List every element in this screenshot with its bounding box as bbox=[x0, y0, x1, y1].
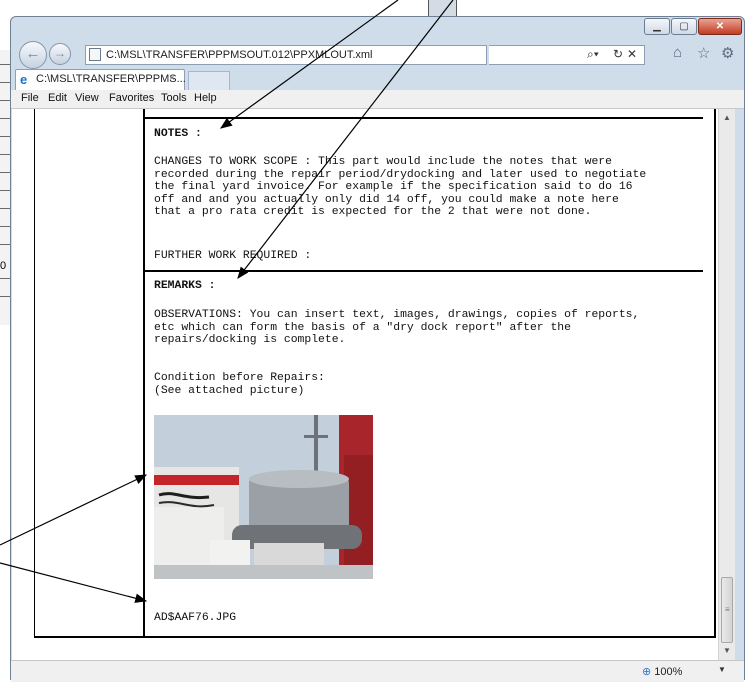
minimize-button[interactable]: ▁ bbox=[644, 18, 670, 35]
back-arrow-icon: ← bbox=[25, 45, 41, 62]
scroll-down-arrow-icon[interactable]: ▼ bbox=[723, 646, 731, 655]
forward-button[interactable]: → bbox=[49, 43, 71, 65]
browser-tab[interactable]: e C:\MSL\TRANSFER\PPPMS... × bbox=[15, 69, 186, 90]
condition-before-repairs-text: Condition before Repairs: (See attached … bbox=[154, 372, 325, 397]
stop-icon[interactable]: ✕ bbox=[627, 47, 637, 61]
address-bar[interactable]: C:\MSL\TRANSFER\PPPMSOUT.012\PPXMLOUT.xm… bbox=[85, 45, 487, 65]
document-content: NOTES : CHANGES TO WORK SCOPE : This par… bbox=[12, 109, 718, 660]
new-tab-button[interactable] bbox=[188, 71, 230, 90]
notes-heading: NOTES : bbox=[154, 128, 202, 140]
favorites-star-icon[interactable]: ☆ bbox=[697, 44, 710, 62]
tab-close-icon[interactable]: × bbox=[169, 73, 175, 84]
vertical-scrollbar[interactable]: ▲ ≡ ▼ bbox=[718, 109, 735, 660]
table-border-right bbox=[714, 109, 716, 637]
zoom-value: 100% bbox=[654, 666, 683, 678]
status-bar: ⊕ 100% ▼ bbox=[11, 660, 744, 682]
menu-bar: File Edit View Favorites Tools Help bbox=[11, 90, 744, 109]
browser-window: ▁ ▢ ✕ ← → C:\MSL\TRANSFER\PPPMSOUT.012\P… bbox=[10, 16, 745, 682]
title-bar: ▁ ▢ ✕ bbox=[11, 17, 744, 39]
address-controls: ⌕▾ ↻ ✕ bbox=[489, 45, 645, 65]
forward-arrow-icon: → bbox=[54, 46, 66, 60]
address-url[interactable]: C:\MSL\TRANSFER\PPPMSOUT.012\PPXMLOUT.xm… bbox=[106, 49, 373, 61]
page-icon bbox=[89, 48, 101, 61]
section-divider bbox=[145, 117, 703, 119]
back-button[interactable]: ← bbox=[19, 41, 47, 69]
search-icon[interactable]: ⌕▾ bbox=[587, 47, 599, 62]
menu-favorites[interactable]: Favorites bbox=[109, 92, 154, 104]
image-filename[interactable]: AD$AAF76.JPG bbox=[154, 612, 236, 625]
zoom-icon: ⊕ bbox=[642, 666, 652, 678]
menu-help[interactable]: Help bbox=[194, 92, 217, 104]
tools-gear-icon[interactable]: ⚙ bbox=[721, 44, 734, 62]
table-column-divider bbox=[143, 109, 145, 637]
grip-icon: ≡ bbox=[725, 605, 730, 614]
zoom-level[interactable]: ⊕ 100% bbox=[642, 665, 682, 678]
further-work-required: FURTHER WORK REQUIRED : bbox=[154, 250, 312, 262]
maximize-button[interactable]: ▢ bbox=[671, 18, 697, 35]
close-button[interactable]: ✕ bbox=[698, 18, 742, 35]
observations-text: OBSERVATIONS: You can insert text, image… bbox=[154, 309, 640, 346]
table-border-left bbox=[34, 109, 35, 637]
refresh-icon[interactable]: ↻ bbox=[613, 47, 623, 61]
zoom-dropdown-icon[interactable]: ▼ bbox=[718, 665, 726, 674]
tab-row: e C:\MSL\TRANSFER\PPPMS... × bbox=[11, 68, 744, 90]
scrollbar-thumb[interactable]: ≡ bbox=[721, 577, 733, 643]
menu-view[interactable]: View bbox=[75, 92, 99, 104]
remarks-heading: REMARKS : bbox=[154, 280, 216, 292]
table-border-bottom bbox=[34, 636, 716, 638]
home-icon[interactable]: ⌂ bbox=[673, 44, 682, 61]
ie-logo-icon: e bbox=[20, 72, 28, 87]
changes-to-work-scope-text: CHANGES TO WORK SCOPE : This part would … bbox=[154, 156, 647, 218]
menu-tools[interactable]: Tools bbox=[161, 92, 187, 104]
attached-picture bbox=[154, 415, 373, 579]
fragment-number: 0 bbox=[0, 260, 7, 272]
tab-title: C:\MSL\TRANSFER\PPPMS... bbox=[36, 73, 186, 85]
navigation-bar: ← → C:\MSL\TRANSFER\PPPMSOUT.012\PPXMLOU… bbox=[11, 39, 744, 69]
menu-edit[interactable]: Edit bbox=[48, 92, 67, 104]
section-divider bbox=[145, 270, 703, 272]
scroll-up-arrow-icon[interactable]: ▲ bbox=[723, 113, 731, 122]
menu-file[interactable]: File bbox=[21, 92, 39, 104]
